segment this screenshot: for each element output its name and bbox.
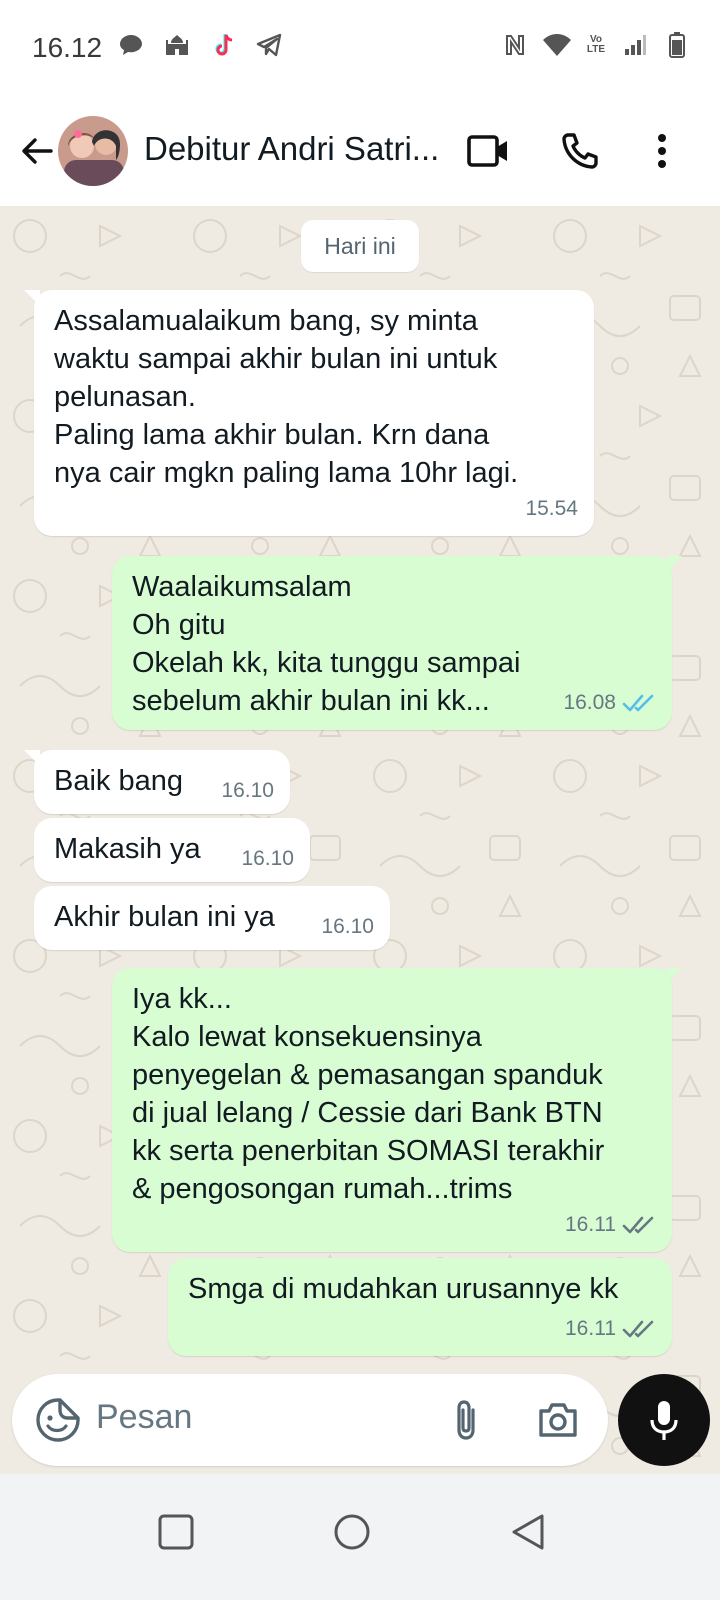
- sticker-button[interactable]: [34, 1396, 82, 1444]
- message-time: 16.10: [321, 915, 374, 938]
- status-bar: 16.12 Vo LTE: [0, 0, 720, 96]
- message-meta: 16.08: [563, 684, 656, 722]
- attach-button[interactable]: [442, 1396, 490, 1444]
- double-check-read-icon: [622, 694, 654, 712]
- message-text: Assalamualaikum bang, sy minta waktu sam…: [54, 305, 519, 489]
- back-triangle-icon: [512, 1514, 544, 1550]
- message-text: Waalaikumsalam Oh gitu Okelah kk, kita t…: [132, 571, 521, 717]
- paperclip-icon: [457, 1400, 475, 1440]
- message-bubble-outgoing[interactable]: Smga di mudahkan urusannye kk 16.11: [168, 1258, 672, 1356]
- nfc-icon: [500, 30, 530, 60]
- back-button[interactable]: [12, 126, 62, 176]
- double-check-delivered-icon: [622, 1320, 654, 1338]
- microphone-icon: [650, 1401, 678, 1440]
- message-time: 16.10: [221, 779, 274, 802]
- message-bubble-outgoing[interactable]: Iya kk... Kalo lewat konsekuensinya peny…: [112, 968, 682, 1252]
- arrow-left-icon: [22, 138, 53, 164]
- message-text: Iya kk... Kalo lewat konsekuensinya peny…: [132, 983, 605, 1205]
- video-call-button[interactable]: [460, 123, 516, 179]
- tiktok-icon: [208, 30, 238, 60]
- message-time: 16.08: [563, 691, 616, 714]
- message-time: 15.54: [525, 497, 578, 520]
- system-icons: Vo LTE: [500, 30, 692, 60]
- camera-button[interactable]: [534, 1396, 582, 1444]
- back-nav-button[interactable]: [498, 1502, 558, 1562]
- wifi-icon: [542, 30, 572, 60]
- bubble-tail: [24, 290, 40, 306]
- volte-icon: Vo LTE: [584, 30, 608, 60]
- recents-button[interactable]: [146, 1502, 206, 1562]
- message-time: 16.10: [241, 847, 294, 870]
- bubble-tail: [666, 556, 682, 572]
- message-meta: 16.11: [565, 1310, 656, 1348]
- camera-icon: [539, 1403, 577, 1437]
- message-meta: 16.10: [321, 908, 374, 946]
- battery-icon: [662, 30, 692, 60]
- clock-time: 16.12: [32, 32, 103, 63]
- more-options-button[interactable]: [634, 123, 690, 179]
- avatar[interactable]: [58, 116, 128, 186]
- chat-header: Debitur Andri Satri...: [0, 96, 720, 206]
- message-time: 16.11: [565, 1317, 616, 1340]
- message-text: Smga di mudahkan urusannye kk: [188, 1273, 619, 1305]
- mosque-icon: [162, 30, 192, 60]
- message-text: Baik bang: [54, 765, 183, 797]
- recents-square-icon: [158, 1514, 194, 1550]
- voice-call-button[interactable]: [552, 123, 608, 179]
- message-bubble-outgoing[interactable]: Waalaikumsalam Oh gitu Okelah kk, kita t…: [112, 556, 682, 730]
- video-camera-icon: [467, 135, 507, 167]
- home-button[interactable]: [322, 1502, 382, 1562]
- message-input[interactable]: Pesan: [96, 1398, 192, 1437]
- phone-icon: [562, 133, 598, 169]
- message-meta: 16.10: [221, 772, 274, 810]
- contact-name[interactable]: Debitur Andri Satri...: [144, 130, 444, 168]
- bubble-tail: [24, 750, 40, 766]
- message-bubble-incoming[interactable]: Assalamualaikum bang, sy minta waktu sam…: [24, 290, 594, 536]
- message-meta: 16.10: [241, 840, 294, 878]
- date-chip: Hari ini: [301, 220, 419, 272]
- message-bubble-incoming[interactable]: Baik bang 16.10: [24, 750, 290, 814]
- message-meta: 15.54: [525, 490, 578, 528]
- signal-icon: [620, 30, 650, 60]
- message-bubble-incoming[interactable]: Akhir bulan ini ya 16.10: [34, 886, 390, 950]
- chat-bubble-icon: [116, 30, 146, 60]
- message-meta: 16.11: [565, 1206, 656, 1244]
- voice-message-button[interactable]: [618, 1374, 710, 1466]
- chat-area[interactable]: Hari ini Assalamualaikum bang, sy minta …: [0, 206, 720, 1506]
- more-vertical-icon: [658, 134, 666, 168]
- message-text: Makasih ya: [54, 833, 201, 865]
- sticker-icon: [36, 1398, 80, 1442]
- double-check-delivered-icon: [622, 1216, 654, 1234]
- message-composer: Pesan: [12, 1374, 608, 1466]
- system-navigation-bar: [0, 1474, 720, 1600]
- message-bubble-incoming[interactable]: Makasih ya 16.10: [34, 818, 310, 882]
- bubble-tail: [666, 968, 682, 984]
- notification-icons: [116, 30, 284, 60]
- volte-label: Vo LTE: [586, 34, 606, 55]
- message-text: Akhir bulan ini ya: [54, 901, 275, 933]
- home-circle-icon: [334, 1514, 370, 1550]
- message-time: 16.11: [565, 1213, 616, 1236]
- telegram-icon: [254, 30, 284, 60]
